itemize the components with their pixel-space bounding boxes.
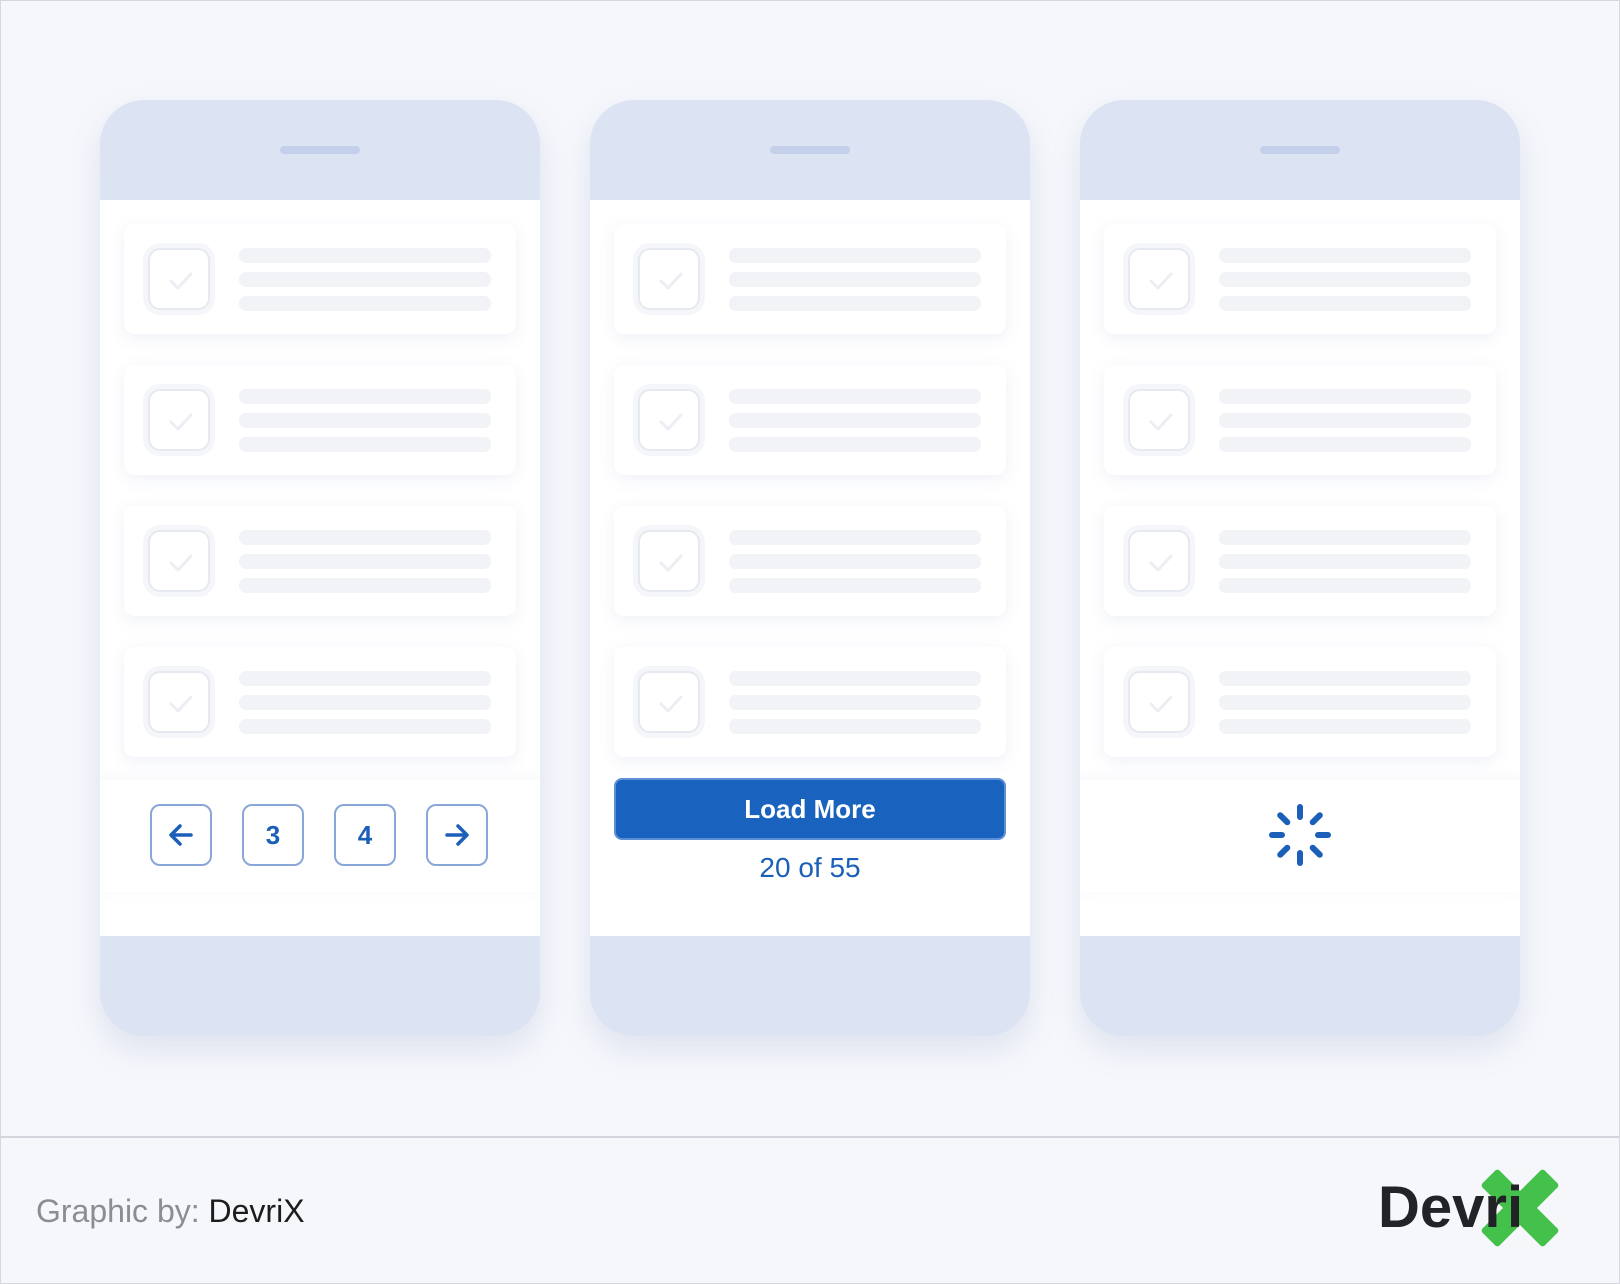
checkbox[interactable]	[148, 530, 210, 592]
phone-notch	[1260, 146, 1340, 154]
list-item	[614, 506, 1006, 616]
list-item	[124, 224, 516, 334]
check-icon	[169, 413, 193, 431]
check-icon	[1149, 272, 1173, 290]
checkbox[interactable]	[1128, 248, 1190, 310]
text-placeholder-line	[1219, 671, 1471, 686]
list-item	[124, 506, 516, 616]
load-more-button[interactable]: Load More	[614, 778, 1006, 840]
phone-infinite-scroll	[1080, 100, 1520, 1036]
check-icon	[1149, 413, 1173, 431]
checkbox[interactable]	[148, 389, 210, 451]
checkbox[interactable]	[638, 671, 700, 733]
check-icon	[659, 554, 683, 572]
checkbox[interactable]	[1128, 671, 1190, 733]
phone-notch	[280, 146, 360, 154]
phone-pagination: 3 4	[100, 100, 540, 1036]
next-page-button[interactable]	[426, 804, 488, 866]
checkbox[interactable]	[148, 248, 210, 310]
text-placeholder-line	[239, 437, 491, 452]
credit-prefix: Graphic by:	[36, 1193, 200, 1229]
pagination-bar: 3 4	[100, 780, 540, 892]
text-placeholder-line	[729, 296, 981, 311]
text-placeholder-line	[729, 695, 981, 710]
credit-brand: DevriX	[208, 1193, 305, 1229]
phone-screen: Load More 20 of 55	[590, 200, 1030, 936]
checkbox[interactable]	[638, 530, 700, 592]
text-placeholder-line	[1219, 413, 1471, 428]
text-placeholder-line	[729, 437, 981, 452]
list-item	[1104, 506, 1496, 616]
text-placeholder-line	[729, 389, 981, 404]
text-placeholder-line	[729, 248, 981, 263]
graphic-credit: Graphic by: DevriX	[36, 1193, 305, 1230]
arrow-left-icon	[169, 824, 193, 846]
text-placeholder-line	[729, 719, 981, 734]
page-button-3[interactable]: 3	[242, 804, 304, 866]
page-button-4[interactable]: 4	[334, 804, 396, 866]
text-placeholder-line	[729, 272, 981, 287]
check-icon	[659, 695, 683, 713]
text-placeholder-line	[239, 671, 491, 686]
text-placeholder-line	[239, 530, 491, 545]
text-placeholder-line	[239, 272, 491, 287]
text-placeholder-line	[1219, 272, 1471, 287]
list-item	[614, 647, 1006, 757]
phone-load-more: Load More 20 of 55	[590, 100, 1030, 1036]
text-placeholder-line	[239, 413, 491, 428]
checkbox[interactable]	[638, 248, 700, 310]
text-placeholder-line	[1219, 389, 1471, 404]
prev-page-button[interactable]	[150, 804, 212, 866]
list-item	[124, 365, 516, 475]
footer-divider	[0, 1136, 1620, 1138]
checkbox[interactable]	[1128, 530, 1190, 592]
check-icon	[1149, 695, 1173, 713]
check-icon	[1149, 554, 1173, 572]
list-item	[614, 365, 1006, 475]
loading-spinner-icon	[1269, 804, 1331, 866]
text-placeholder-line	[1219, 695, 1471, 710]
devrix-logo: Devri	[1378, 1168, 1584, 1248]
checkbox[interactable]	[638, 389, 700, 451]
text-placeholder-line	[1219, 437, 1471, 452]
list-item	[1104, 224, 1496, 334]
text-placeholder-line	[1219, 554, 1471, 569]
text-placeholder-line	[729, 413, 981, 428]
text-placeholder-line	[239, 578, 491, 593]
text-placeholder-line	[239, 554, 491, 569]
logo-text: Devri	[1378, 1175, 1523, 1240]
check-icon	[169, 272, 193, 290]
items-count-text: 20 of 55	[759, 852, 861, 883]
text-placeholder-line	[729, 554, 981, 569]
phone-screen: 3 4	[100, 200, 540, 936]
check-icon	[169, 695, 193, 713]
arrow-right-icon	[445, 824, 469, 846]
text-placeholder-line	[1219, 296, 1471, 311]
list-item	[1104, 647, 1496, 757]
phone-notch	[770, 146, 850, 154]
loading-bar	[1080, 780, 1520, 892]
list-item	[124, 647, 516, 757]
text-placeholder-line	[239, 389, 491, 404]
text-placeholder-line	[239, 296, 491, 311]
text-placeholder-line	[239, 248, 491, 263]
text-placeholder-line	[239, 695, 491, 710]
text-placeholder-line	[729, 671, 981, 686]
text-placeholder-line	[1219, 530, 1471, 545]
checkbox[interactable]	[148, 671, 210, 733]
text-placeholder-line	[1219, 248, 1471, 263]
check-icon	[659, 413, 683, 431]
text-placeholder-line	[1219, 719, 1471, 734]
phone-screen	[1080, 200, 1520, 936]
checkbox[interactable]	[1128, 389, 1190, 451]
check-icon	[169, 554, 193, 572]
list-item	[614, 224, 1006, 334]
text-placeholder-line	[1219, 578, 1471, 593]
check-icon	[659, 272, 683, 290]
text-placeholder-line	[729, 578, 981, 593]
text-placeholder-line	[729, 530, 981, 545]
text-placeholder-line	[239, 719, 491, 734]
list-item	[1104, 365, 1496, 475]
